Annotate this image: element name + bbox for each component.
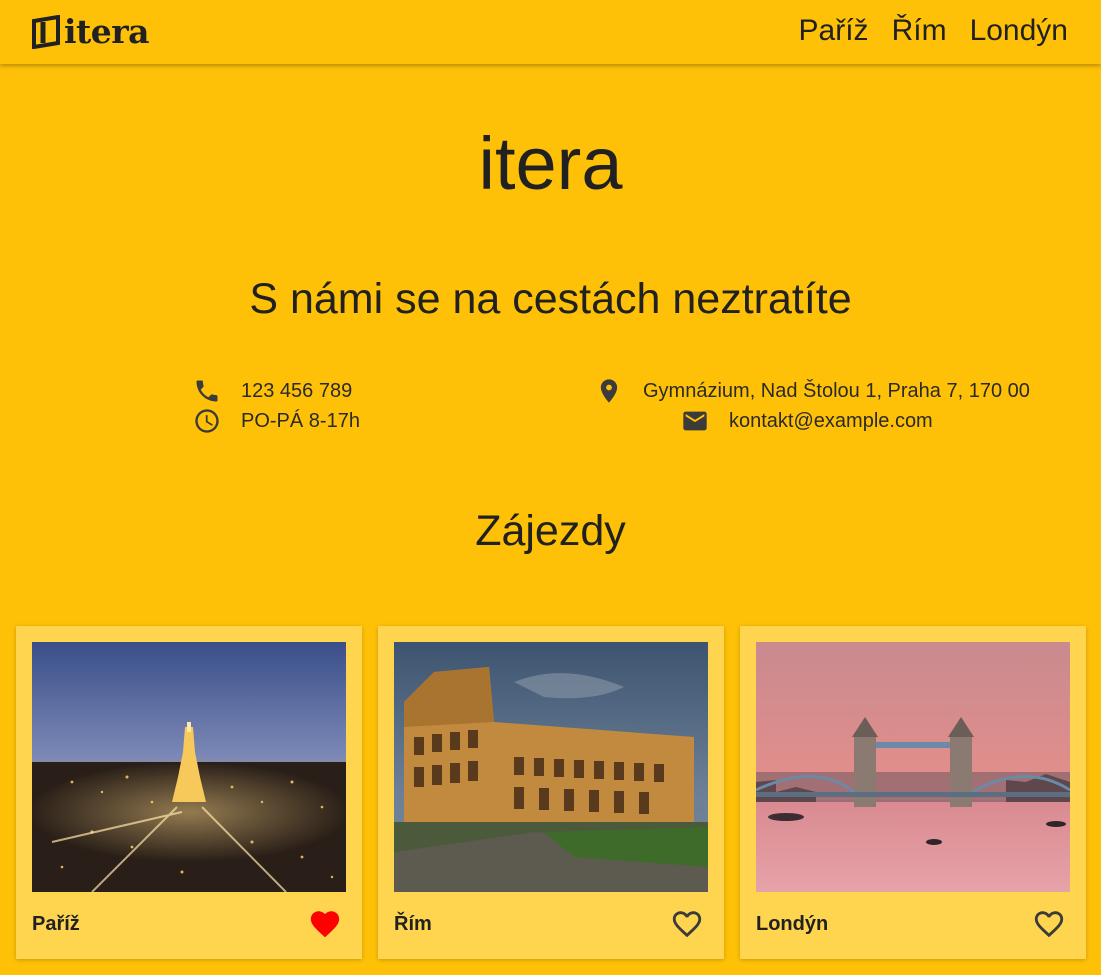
favorite-button[interactable] — [670, 907, 704, 941]
nav-link-rim[interactable]: Řím — [892, 12, 947, 50]
main-nav: Paříž Řím Londýn — [799, 12, 1068, 50]
contact-phone: 123 456 789 — [193, 377, 352, 405]
nav-link-pariz[interactable]: Paříž — [799, 12, 869, 50]
heart-outline-icon — [672, 911, 702, 938]
heart-filled-icon — [310, 911, 340, 938]
clock-icon — [195, 409, 219, 433]
heart-outline-icon — [1034, 911, 1064, 938]
phone-icon — [196, 380, 218, 402]
mail-icon — [683, 411, 707, 431]
contact-email: kontakt@example.com — [681, 407, 933, 435]
pariz-photo[interactable] — [32, 642, 346, 892]
trip-name[interactable]: Paříž — [32, 910, 80, 938]
londyn-photo[interactable] — [756, 642, 1070, 892]
favorite-button[interactable] — [1032, 907, 1066, 941]
top-app-bar: itera Paříž Řím Londýn — [0, 0, 1101, 64]
trip-card-londyn[interactable]: Londýn — [740, 626, 1086, 959]
email-link[interactable]: kontakt@example.com — [729, 407, 933, 435]
trip-card-rim[interactable]: Řím — [378, 626, 724, 959]
contact-address: Gymnázium, Nad Štolou 1, Praha 7, 170 00 — [595, 377, 1030, 405]
location-pin-icon — [600, 379, 618, 403]
brand-logo[interactable]: itera — [32, 12, 150, 51]
phone-text[interactable]: 123 456 789 — [241, 377, 352, 405]
trip-name[interactable]: Londýn — [756, 910, 828, 938]
trips-section-title: Zájezdy — [475, 507, 626, 555]
hours-text: PO-PÁ 8-17h — [241, 410, 360, 432]
rim-photo[interactable] — [394, 642, 708, 892]
logo-text: itera — [64, 12, 150, 51]
hero-title: itera — [478, 122, 623, 205]
trip-name[interactable]: Řím — [394, 910, 432, 938]
address-text: Gymnázium, Nad Štolou 1, Praha 7, 170 00 — [643, 380, 1030, 402]
trip-card-pariz[interactable]: Paříž — [16, 626, 362, 959]
favorite-button[interactable] — [308, 907, 342, 941]
logo-mark-icon — [32, 15, 60, 49]
contact-hours: PO-PÁ 8-17h — [193, 407, 360, 435]
nav-link-londyn[interactable]: Londýn — [970, 12, 1068, 50]
hero-tagline: S námi se na cestách neztratíte — [249, 275, 852, 323]
